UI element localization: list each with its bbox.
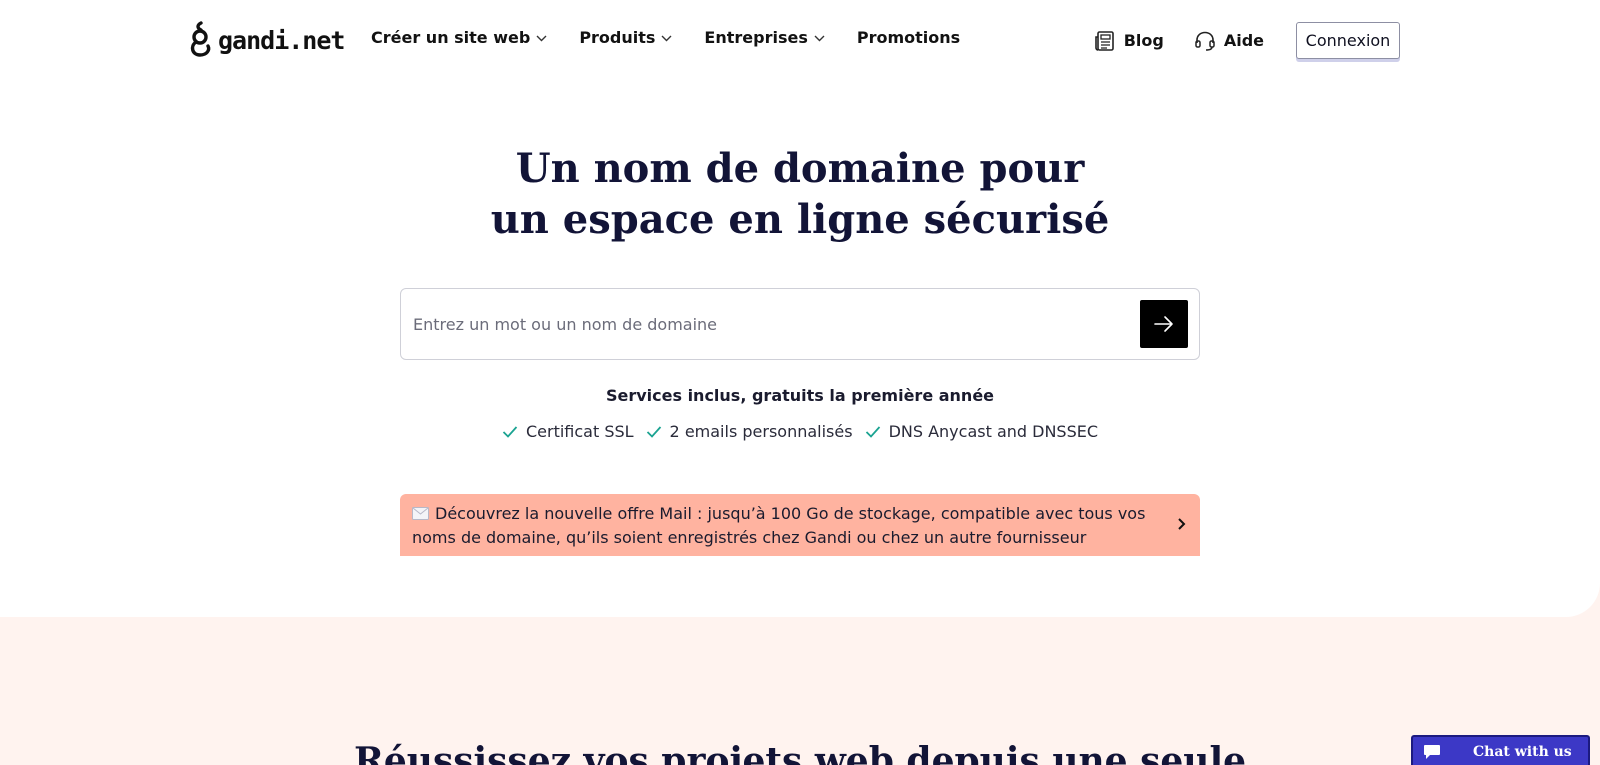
header-actions: Blog Aide Connexion [1094,22,1400,59]
chevron-down-icon [814,35,825,41]
nav-item-label: Produits [579,28,656,47]
check-icon [646,425,661,438]
page-title: Un nom de domaine pour un espace en lign… [0,143,1600,245]
section-title: Réussissez vos projets web depuis une se… [353,740,1247,765]
chevron-down-icon [536,35,547,41]
newspaper-icon [1094,30,1114,51]
feature-label: DNS Anycast and DNSSEC [888,422,1099,441]
domain-search-input[interactable] [413,303,1113,345]
promo-text: Découvrez la nouvelle offre Mail : jusqu… [412,504,1146,547]
domain-search-box [400,288,1200,360]
chevron-right-icon [1178,518,1186,530]
hero-corner [0,560,60,617]
main-nav: Créer un site web Produits Entreprises P… [371,28,960,47]
nav-item-label: Entreprises [704,28,808,47]
search-submit-button[interactable] [1140,300,1188,348]
features-list: Certificat SSL 2 emails personnalisés DN… [0,422,1600,441]
feature-label: 2 emails personnalisés [669,422,853,441]
gandi-logo-icon [190,21,211,57]
nav-item-promotions[interactable]: Promotions [857,28,960,47]
headset-icon [1195,31,1215,51]
title-line-2: un espace en ligne sécurisé [490,196,1110,243]
services-heading: Services inclus, gratuits la première an… [605,386,995,405]
chevron-down-icon [661,35,672,41]
blog-label: Blog [1123,31,1164,50]
check-icon [865,425,880,438]
nav-item-creer-site[interactable]: Créer un site web [371,28,547,47]
logo-text: gandi.net [218,25,345,55]
arrow-right-icon [1154,316,1173,332]
feature-item: Certificat SSL [502,422,634,441]
feature-item: 2 emails personnalisés [646,422,853,441]
mail-offer-banner[interactable]: Découvrez la nouvelle offre Mail : jusqu… [400,494,1200,556]
logo-link[interactable]: gandi.net [188,20,345,60]
chat-button[interactable]: Chat with us [1411,735,1590,765]
nav-item-label: Créer un site web [371,28,531,47]
check-icon [502,425,518,438]
feature-label: Certificat SSL [525,422,634,441]
help-label: Aide [1223,31,1264,50]
envelope-icon [412,507,429,520]
chat-bubble-icon [1424,745,1440,759]
help-link[interactable]: Aide [1194,30,1264,52]
title-line-1: Un nom de domaine pour [515,145,1085,192]
nav-item-label: Promotions [856,28,961,47]
nav-item-produits[interactable]: Produits [579,28,672,47]
site-header: gandi.net Créer un site web Produits Ent… [0,0,1600,78]
login-button[interactable]: Connexion [1296,22,1400,59]
chat-label: Chat with us [1473,744,1572,760]
feature-item: DNS Anycast and DNSSEC [865,422,1098,441]
nav-item-entreprises[interactable]: Entreprises [704,28,825,47]
blog-link[interactable]: Blog [1094,30,1164,52]
